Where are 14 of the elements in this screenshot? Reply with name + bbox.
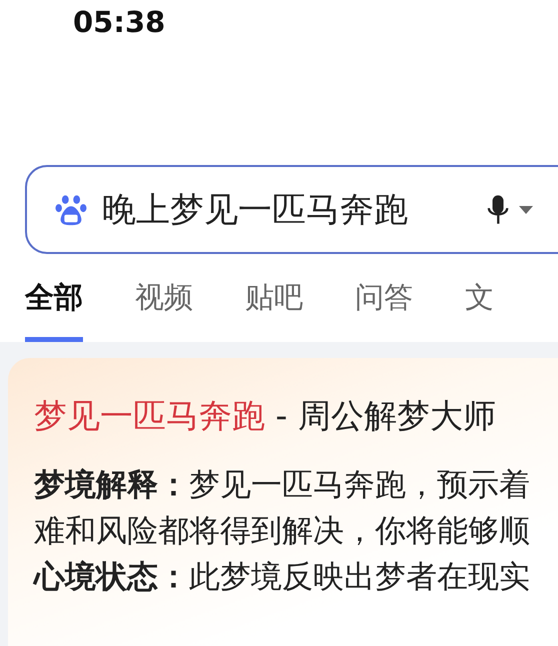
status-time: 05:38 — [73, 4, 166, 40]
search-field[interactable]: 晚上梦见一匹马奔跑 — [25, 165, 558, 254]
result-title[interactable]: 梦见一匹马奔跑 - 周公解梦大师 — [34, 392, 558, 440]
caret-down-icon[interactable] — [519, 206, 533, 214]
search-input[interactable]: 晚上梦见一匹马奔跑 — [102, 190, 437, 230]
tab[interactable]: 文 — [465, 254, 494, 342]
result-text: 难和风险都将得到解决，你将能够顺 — [34, 512, 531, 551]
result-text: 梦境解释：梦见一匹马奔跑，预示着 — [34, 466, 531, 505]
tab[interactable]: 问答 — [355, 254, 413, 342]
tab[interactable]: 贴吧 — [245, 254, 303, 342]
paw-logo-icon — [54, 192, 88, 226]
result-text: 心境状态：此梦境反映出梦者在现实 — [34, 558, 531, 597]
tab[interactable]: 视频 — [135, 254, 193, 342]
microphone-icon[interactable] — [487, 192, 509, 226]
